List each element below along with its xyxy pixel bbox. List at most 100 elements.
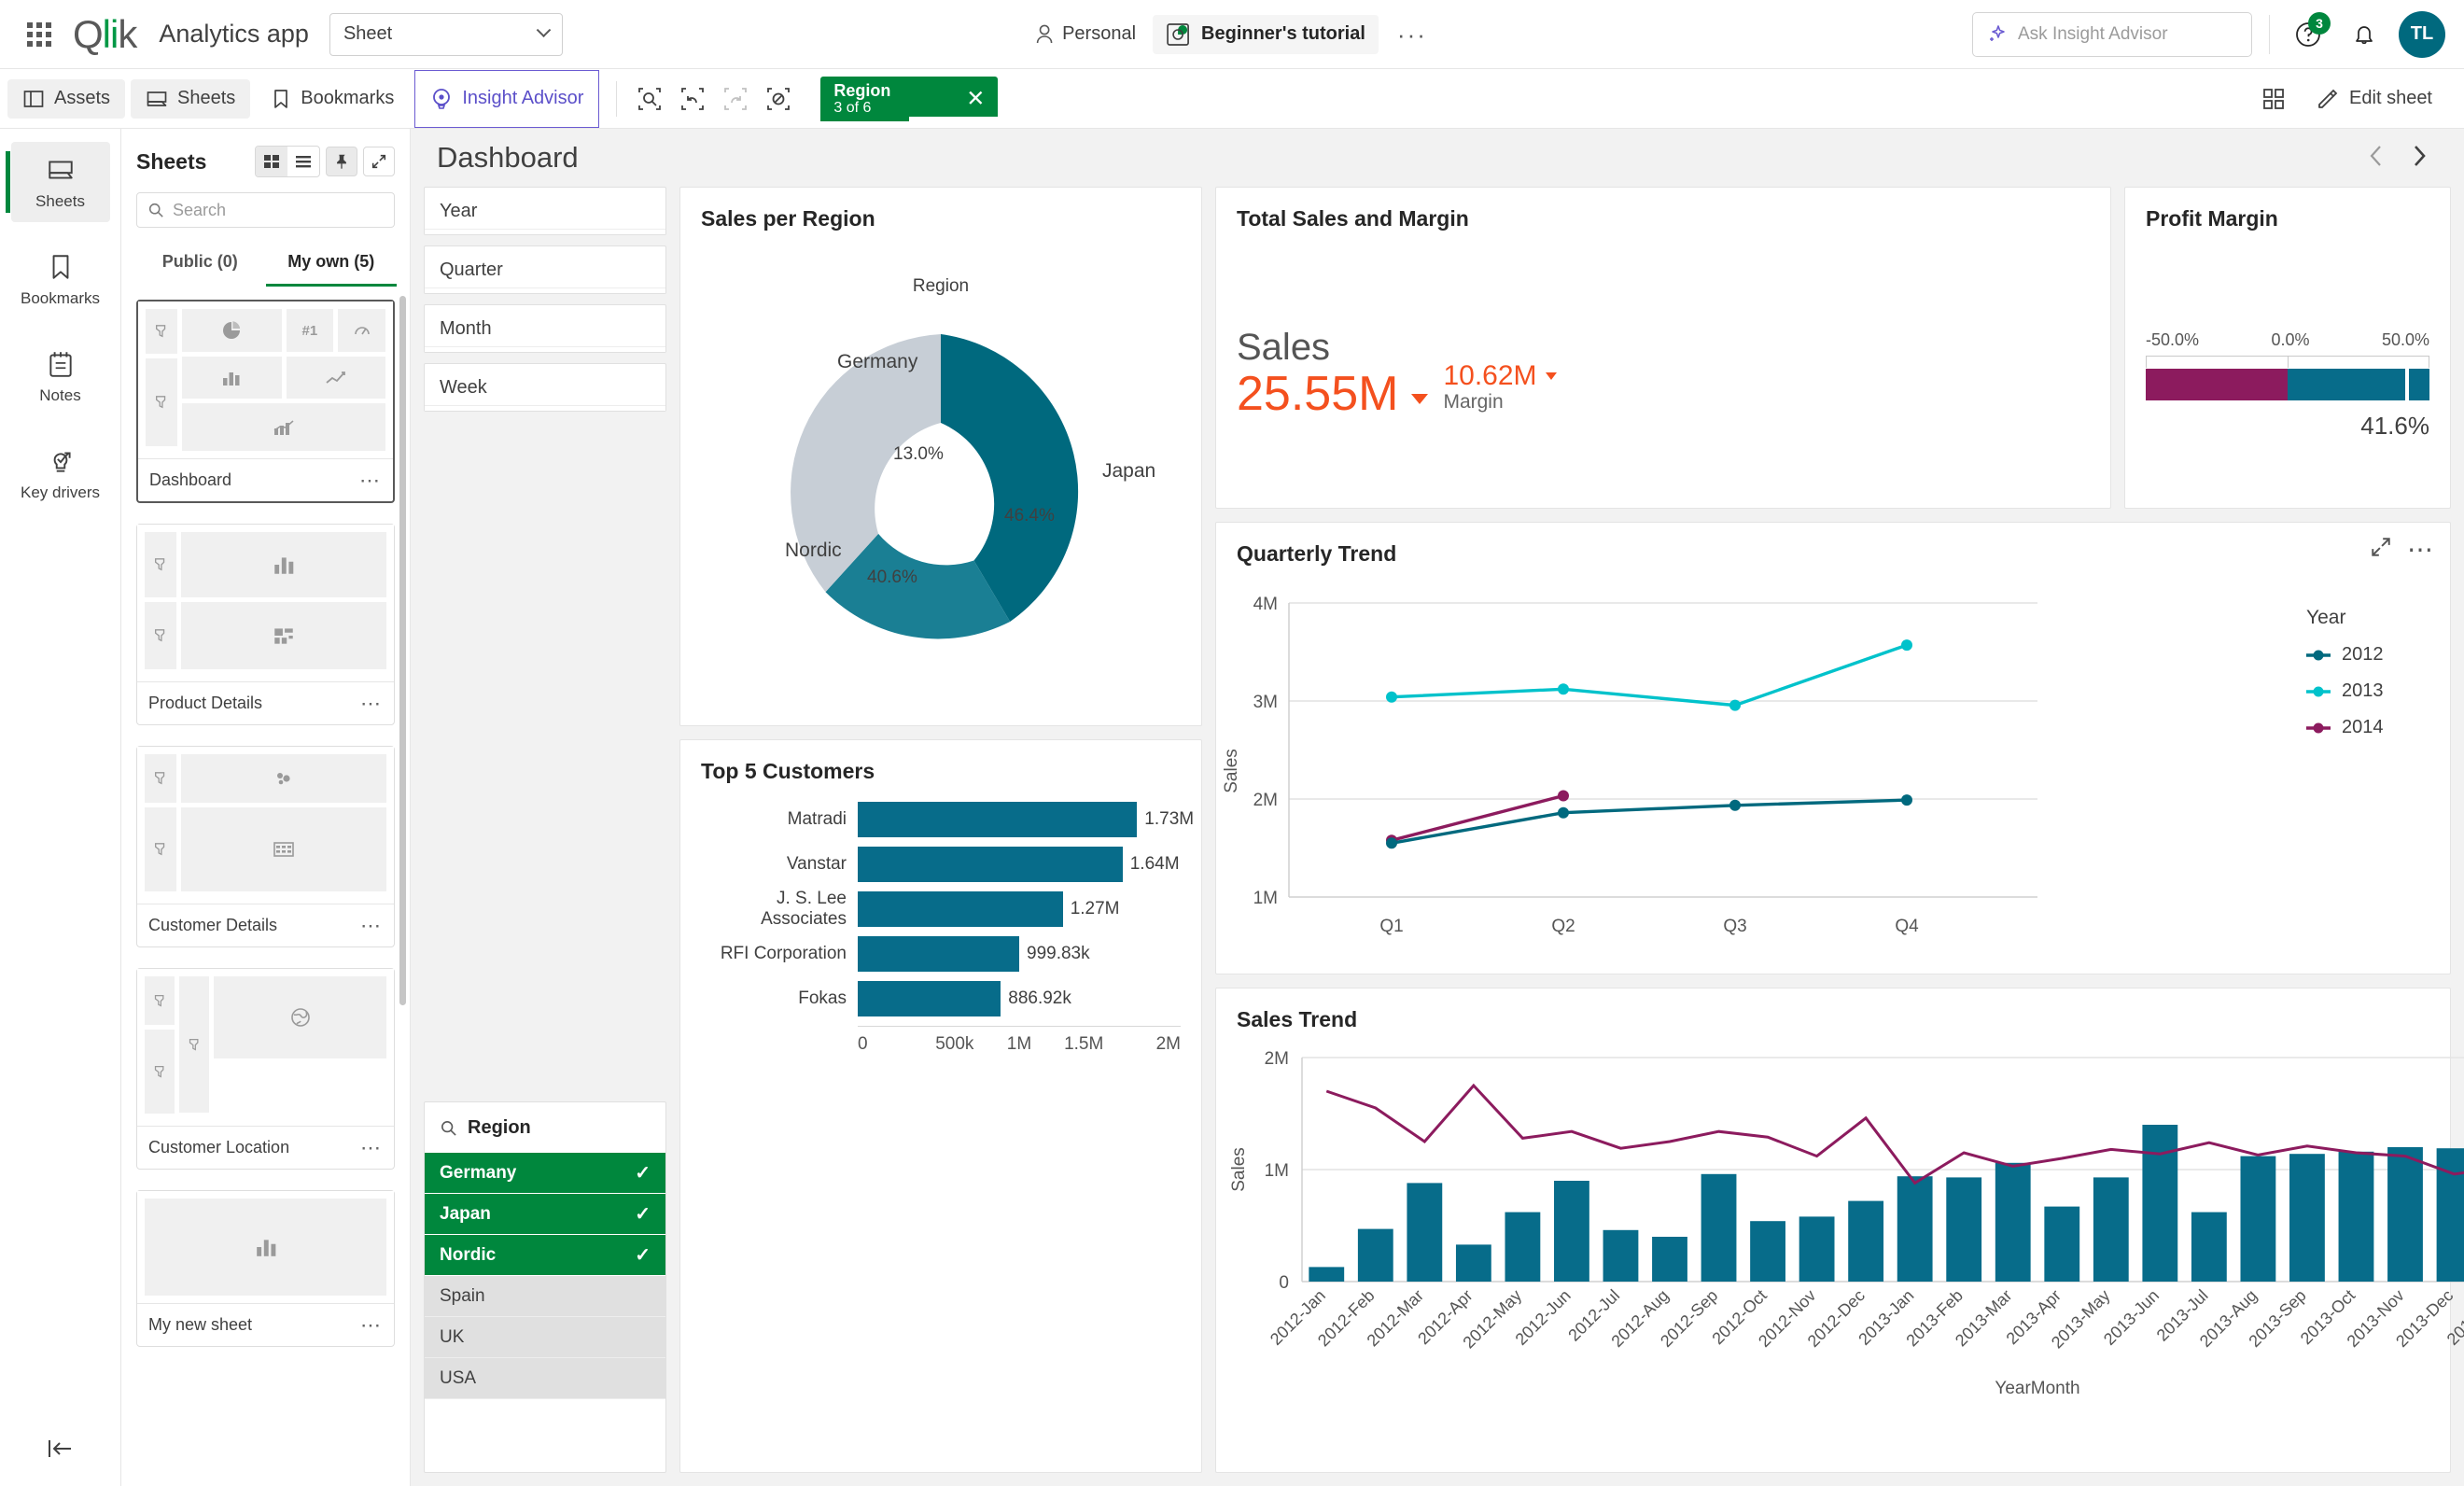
listbox-item[interactable]: Germany ✓ [425, 1153, 665, 1194]
sidebar-item-notes[interactable]: Notes [11, 336, 110, 416]
bar-row[interactable]: Fokas 886.92k [701, 981, 1181, 1016]
filter-pane-week[interactable]: Week [424, 363, 666, 412]
donut-svg [791, 334, 1079, 639]
app-body: Sheets Bookmarks Notes Key drivers Sheet… [0, 129, 2464, 1486]
step-back-icon[interactable] [671, 77, 714, 120]
bar [1603, 1229, 1639, 1282]
qlik-logo[interactable]: Qlik [73, 14, 137, 54]
legend-marker [2306, 650, 2331, 660]
listbox-item-label: Germany [440, 1162, 517, 1183]
sheet-card-customer-details[interactable]: Customer Details ⋯ [136, 746, 395, 947]
legend-item[interactable]: 2013 [2306, 680, 2428, 702]
filter-tile-icon [145, 1030, 175, 1114]
tab-my-own[interactable]: My own (5) [265, 243, 397, 287]
space-button[interactable]: Personal [1024, 16, 1147, 52]
listbox-item[interactable]: Spain [425, 1276, 665, 1317]
chart-profit-margin[interactable]: Profit Margin -50.0% 0.0% 50.0% 41.6% [2124, 187, 2451, 509]
filter-pane-year[interactable]: Year [424, 187, 666, 235]
sheet-grid-view-icon[interactable] [2252, 77, 2295, 120]
tab-bookmarks[interactable]: Bookmarks [256, 79, 409, 119]
sheets-list-scrollbar[interactable] [399, 296, 406, 1005]
object-menu-icon[interactable]: ⋯ [2407, 536, 2435, 562]
close-icon[interactable]: ✕ [966, 85, 985, 112]
sheet-card-dashboard[interactable]: #1 Dashboard ⋯ [136, 300, 395, 503]
bar-tile-icon [145, 1199, 386, 1296]
chart-total-sales-and-margin[interactable]: Total Sales and Margin Sales 25.55M 10.6… [1215, 187, 2111, 509]
listbox-item[interactable]: Nordic ✓ [425, 1235, 665, 1276]
selection-chip-region[interactable]: Region 3 of 6 ✕ [820, 76, 999, 121]
filter-tile-icon [145, 532, 176, 597]
listbox-search[interactable]: Region [425, 1102, 665, 1153]
app-more-button[interactable]: ··· [1384, 22, 1440, 47]
filter-pane-quarter[interactable]: Quarter [424, 245, 666, 294]
chart-top-5-customers[interactable]: Top 5 Customers Matradi 1.73M Vanstar 1.… [679, 739, 1202, 1473]
legend-item[interactable]: 2014 [2306, 717, 2428, 738]
sheet-card-my-new-sheet[interactable]: My new sheet ⋯ [136, 1190, 395, 1347]
filter-label: Month [440, 317, 492, 339]
filter-pane-month[interactable]: Month [424, 304, 666, 353]
next-sheet-icon[interactable] [2410, 143, 2429, 174]
bar-category-label: Fokas [798, 988, 847, 1008]
chart-sales-trend[interactable]: Sales Trend 01M2M304050SalesMargin (%)Ye… [1215, 988, 2464, 1473]
sheet-card-menu-icon[interactable]: ⋯ [360, 693, 383, 713]
bar-row[interactable]: Matradi 1.73M [701, 802, 1194, 837]
tab-assets[interactable]: Assets [7, 78, 126, 119]
sheet-card-name: Customer Details [148, 916, 278, 934]
listbox-item[interactable]: USA [425, 1358, 665, 1399]
sheet-card-customer-location[interactable]: Customer Location ⋯ [136, 968, 395, 1170]
sheet-card-menu-icon[interactable]: ⋯ [359, 470, 382, 490]
sheet-card-product-details[interactable]: Product Details ⋯ [136, 524, 395, 725]
tab-insight-advisor[interactable]: Insight Advisor [414, 69, 600, 128]
listbox-item[interactable]: Japan ✓ [425, 1194, 665, 1235]
donut-chart[interactable]: Region Germany Japan Nordic 13.0% 46.4% … [680, 231, 1201, 769]
bar [1309, 1267, 1345, 1282]
kpi-secondary-value: 10.62M [1443, 360, 1537, 391]
x-tick: 0 [858, 1034, 868, 1054]
chart-sales-per-region[interactable]: Sales per Region Region Germany Japan No… [679, 187, 1202, 726]
listbox-item-label: USA [440, 1367, 477, 1388]
sheet-card-menu-icon[interactable]: ⋯ [360, 1314, 383, 1335]
help-button[interactable]: 3 [2287, 11, 2331, 56]
list-view-icon[interactable] [287, 147, 319, 176]
tab-public[interactable]: Public (0) [134, 243, 266, 287]
expand-panel-icon[interactable] [363, 147, 395, 176]
tab-sheets-label: Sheets [177, 88, 236, 108]
chart-quarterly-trend[interactable]: Quarterly Trend ⋯ Sales 4M 3M 2M 1M Q1 Q… [1215, 522, 2451, 974]
pin-panel-icon[interactable] [326, 147, 357, 176]
fullscreen-icon[interactable] [2370, 536, 2392, 563]
bar [1701, 1173, 1737, 1282]
sparkle-icon [1990, 24, 2005, 41]
bar-row[interactable]: Vanstar 1.64M [701, 847, 1181, 882]
grid-view-icon[interactable] [256, 147, 287, 176]
legend-item[interactable]: 2012 [2306, 644, 2428, 666]
sidebar-item-sheets[interactable]: Sheets [5, 142, 110, 222]
user-avatar[interactable]: TL [2399, 10, 2445, 58]
collapse-rail-button[interactable] [47, 1437, 75, 1465]
sheet-card-menu-icon[interactable]: ⋯ [360, 915, 383, 935]
clear-selections-icon[interactable] [757, 77, 800, 120]
sheet-navigation [2367, 143, 2438, 174]
previous-sheet-icon[interactable] [2367, 143, 2386, 174]
kpi-primary: Sales 25.55M [1237, 327, 1429, 419]
app-launcher-icon[interactable] [19, 14, 60, 55]
listbox-region: Region Germany ✓ Japan ✓ Nordic ✓ Spain … [424, 1101, 666, 1473]
tab-sheets[interactable]: Sheets [131, 78, 251, 119]
bar-row[interactable]: J. S. Lee Associates 1.27M [701, 889, 1181, 929]
sheet-selector-dropdown[interactable]: Sheet [329, 12, 563, 56]
step-forward-icon[interactable] [714, 77, 757, 120]
bar [1554, 1181, 1589, 1282]
sheets-list[interactable]: #1 Dashboard ⋯ Product Details ⋯ Custome… [121, 287, 410, 1486]
filter-tile-icon [145, 807, 176, 891]
selections-tool-icon[interactable] [628, 77, 671, 120]
app-name-chip[interactable]: Beginner's tutorial [1153, 14, 1379, 54]
sidebar-item-bookmarks[interactable]: Bookmarks [11, 239, 110, 319]
search-input[interactable]: Search [136, 192, 395, 228]
edit-sheet-button[interactable]: Edit sheet [2303, 78, 2445, 119]
view-toggle [255, 146, 320, 177]
insight-advisor-search[interactable]: Ask Insight Advisor [1972, 11, 2252, 57]
listbox-item[interactable]: UK [425, 1317, 665, 1358]
sidebar-item-key-drivers[interactable]: Key drivers [11, 433, 110, 513]
bar-row[interactable]: RFI Corporation 999.83k [701, 936, 1181, 972]
sheet-card-menu-icon[interactable]: ⋯ [360, 1137, 383, 1157]
notifications-button[interactable] [2343, 13, 2386, 56]
